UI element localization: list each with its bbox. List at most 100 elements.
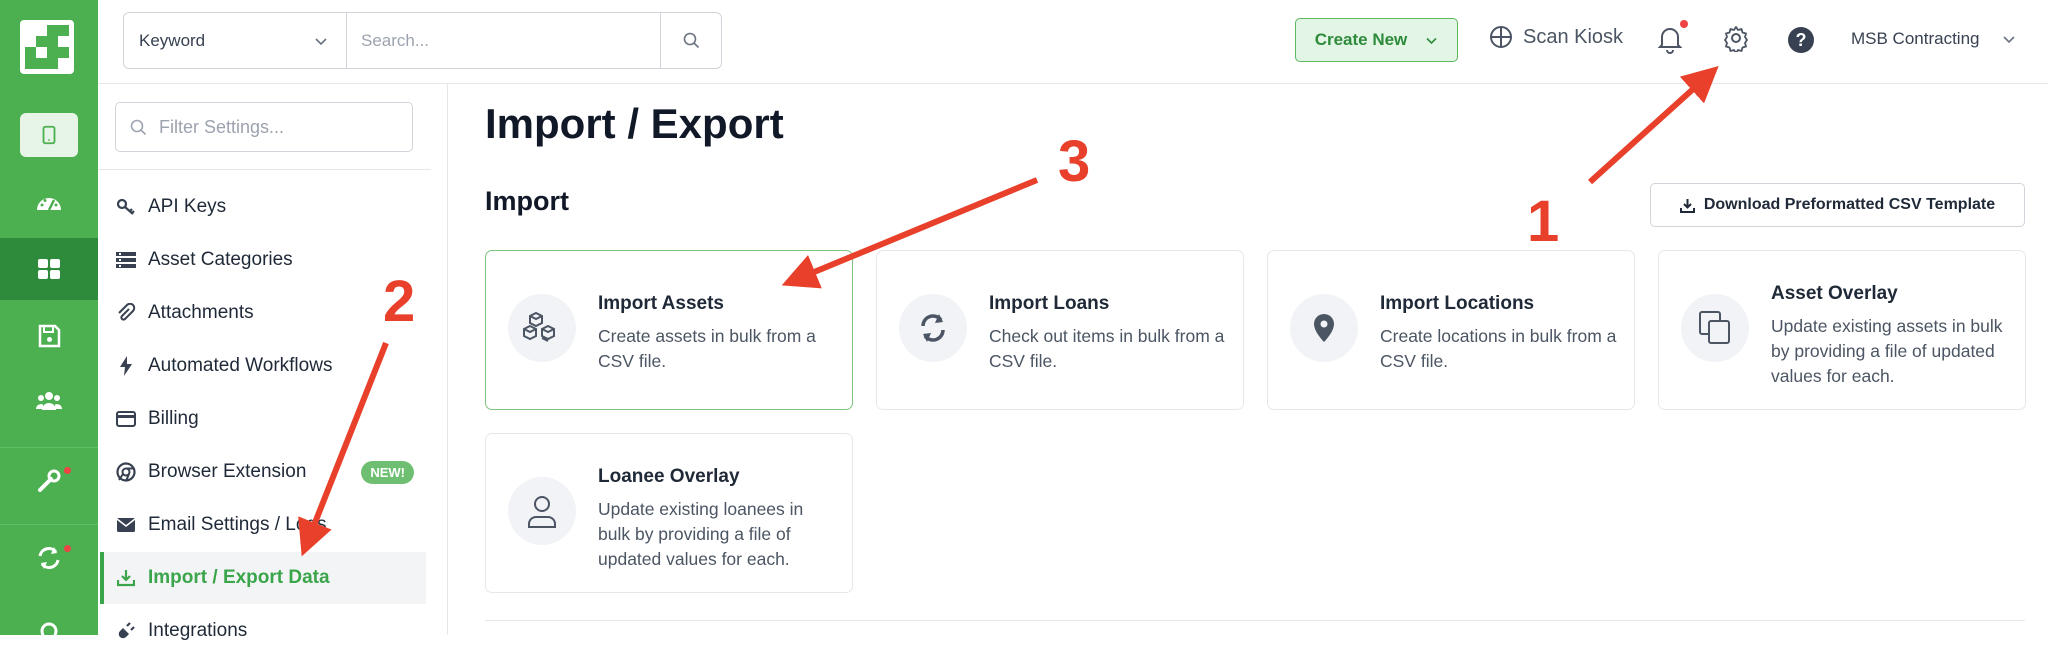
sync-icon	[899, 294, 967, 362]
credit-card-icon	[115, 409, 136, 430]
paperclip-icon	[115, 303, 136, 324]
map-pin-icon	[40, 622, 58, 648]
settings-item-label: Import / Export Data	[148, 567, 330, 588]
new-badge: NEW!	[361, 460, 414, 484]
keyword-select[interactable]: Keyword	[124, 13, 347, 68]
rail-item-sync[interactable]	[0, 527, 98, 589]
settings-item-label: Attachments	[148, 302, 254, 323]
search-icon	[130, 119, 147, 135]
settings-item-api-keys[interactable]: API Keys	[102, 181, 428, 233]
rail-item-people[interactable]	[0, 370, 98, 432]
envelope-icon	[115, 515, 136, 536]
section-title: Import	[485, 186, 569, 216]
settings-sidebar: Filter Settings... API Keys Asset Catego…	[98, 84, 448, 641]
organization-name: MSB Contracting	[1851, 29, 1980, 48]
download-csv-template-button[interactable]: Download Preformatted CSV Template	[1650, 183, 2025, 227]
settings-item-attachments[interactable]: Attachments	[102, 287, 428, 339]
organization-select[interactable]: MSB Contracting	[1851, 29, 2016, 49]
settings-item-label: Asset Categories	[148, 249, 293, 270]
settings-item-email-settings[interactable]: Email Settings / Logs	[102, 499, 428, 551]
settings-item-browser-extension[interactable]: Browser Extension NEW!	[102, 446, 428, 498]
settings-item-automated-workflows[interactable]: Automated Workflows	[102, 340, 428, 392]
settings-item-import-export[interactable]: Import / Export Data	[100, 552, 426, 604]
chevron-down-icon	[1426, 37, 1437, 44]
card-title: Loanee Overlay	[598, 466, 740, 487]
bell-icon	[1657, 28, 1683, 54]
annotation-number-2: 2	[383, 269, 416, 334]
card-title: Import Locations	[1380, 293, 1535, 314]
scan-kiosk-label: Scan Kiosk	[1523, 25, 1624, 48]
rail-item-kiosk[interactable]	[0, 104, 98, 166]
card-description: Check out items in bulk from a CSV file.	[989, 326, 1225, 371]
settings-item-label: Email Settings / Logs	[148, 514, 327, 535]
download-icon	[115, 568, 136, 589]
download-icon	[1679, 198, 1695, 213]
settings-item-asset-categories[interactable]: Asset Categories	[102, 234, 428, 286]
search-input[interactable]: Search...	[347, 13, 661, 68]
card-title: Import Assets	[598, 293, 724, 314]
map-pin-icon	[1290, 294, 1358, 362]
search-button[interactable]	[661, 13, 721, 68]
sync-icon	[38, 547, 60, 569]
list-icon	[115, 250, 136, 271]
create-new-button[interactable]: Create New	[1295, 18, 1458, 62]
logo-icon[interactable]	[20, 20, 74, 74]
settings-item-label: Browser Extension	[148, 461, 307, 482]
create-new-label: Create New	[1314, 30, 1408, 49]
rail-item-locations[interactable]	[0, 605, 98, 667]
import-assets-card[interactable]: Import Assets Create assets in bulk from…	[485, 250, 853, 410]
page-title: Import / Export	[485, 100, 784, 147]
cubes-icon	[508, 294, 576, 362]
copy-icon	[1681, 294, 1749, 362]
loanee-overlay-card[interactable]: Loanee Overlay Update existing loanees i…	[485, 433, 853, 593]
filter-placeholder: Filter Settings...	[159, 116, 285, 137]
import-locations-card[interactable]: Import Locations Create locations in bul…	[1267, 250, 1635, 410]
gear-icon	[1724, 26, 1748, 54]
filter-settings-input[interactable]: Filter Settings...	[115, 102, 413, 152]
card-description: Update existing assets in bulk by provid…	[1771, 316, 2003, 386]
bolt-icon	[115, 356, 136, 377]
chevron-down-icon	[315, 37, 327, 45]
import-loans-card[interactable]: Import Loans Check out items in bulk fro…	[876, 250, 1244, 410]
settings-item-label: Automated Workflows	[148, 355, 333, 376]
rail-item-tools[interactable]	[0, 449, 98, 511]
users-icon	[36, 392, 62, 410]
download-csv-template-label: Download Preformatted CSV Template	[1703, 196, 1996, 213]
search-group: Keyword Search...	[123, 12, 722, 69]
notifications-button[interactable]	[1657, 24, 1683, 59]
annotation-number-3: 3	[1058, 129, 1091, 194]
search-placeholder: Search...	[361, 30, 430, 50]
scan-kiosk-button[interactable]: Scan Kiosk	[1488, 24, 1623, 50]
dashboard-icon	[37, 198, 61, 211]
save-icon	[38, 324, 61, 348]
settings-item-billing[interactable]: Billing	[102, 393, 428, 445]
settings-button[interactable]	[1722, 24, 1750, 57]
sync-notification-dot	[62, 543, 73, 554]
search-icon	[683, 32, 699, 49]
card-title: Import Loans	[989, 293, 1110, 314]
asset-overlay-card[interactable]: Asset Overlay Update existing assets in …	[1658, 250, 2026, 410]
settings-item-label: API Keys	[148, 196, 227, 217]
chrome-icon	[115, 462, 136, 483]
settings-item-integrations[interactable]: Integrations	[102, 605, 428, 657]
card-title: Asset Overlay	[1771, 283, 1898, 304]
settings-item-label: Integrations	[148, 620, 248, 641]
chevron-down-icon	[2002, 36, 2015, 44]
tablet-icon	[42, 125, 56, 145]
key-icon	[115, 197, 136, 218]
app-rail	[0, 0, 98, 648]
notification-dot	[1680, 20, 1688, 28]
card-description: Create locations in bulk from a CSV file…	[1380, 326, 1617, 371]
plug-icon	[115, 621, 136, 642]
settings-item-label: Billing	[148, 408, 199, 429]
user-icon	[508, 477, 576, 545]
rail-item-dashboard[interactable]	[0, 173, 98, 235]
rail-item-apps[interactable]	[0, 238, 98, 300]
help-button[interactable]: ?	[1788, 27, 1814, 53]
top-bar: Keyword Search... Create New Scan Kiosk …	[98, 0, 2048, 84]
section-divider	[485, 620, 2025, 621]
tools-icon	[38, 469, 61, 492]
help-label: ?	[1795, 29, 1807, 50]
rail-item-save[interactable]	[0, 305, 98, 367]
annotation-number-1: 1	[1527, 189, 1560, 254]
